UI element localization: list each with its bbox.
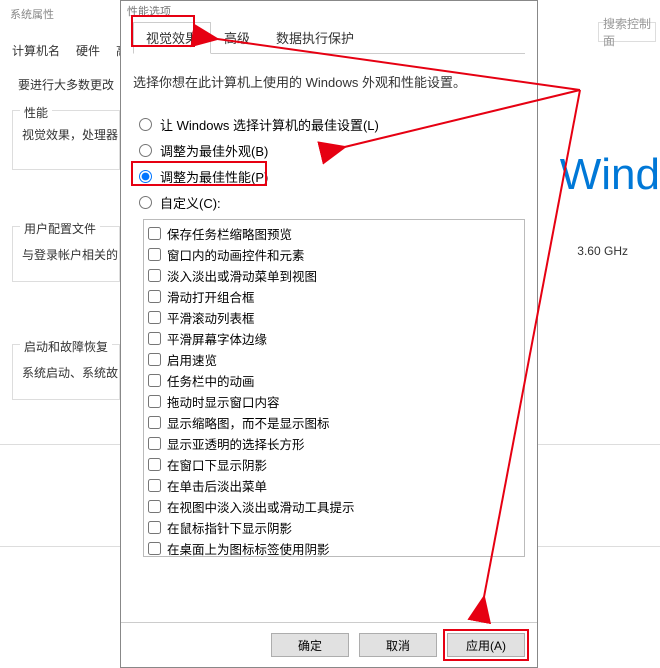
radio-best-appearance[interactable]: 调整为最佳外观(B) (139, 141, 525, 160)
checklist-item-label: 启用速览 (167, 350, 217, 369)
checklist-item[interactable]: 在鼠标指针下显示阴影 (148, 517, 520, 538)
checklist-item-label: 在桌面上为图标标签使用阴影 (167, 539, 330, 557)
checklist-item-label: 平滑屏幕字体边缘 (167, 329, 267, 348)
checklist-item[interactable]: 滑动打开组合框 (148, 286, 520, 307)
tab-dep[interactable]: 数据执行保护 (263, 22, 367, 54)
cancel-button[interactable]: 取消 (359, 633, 437, 657)
checklist-item[interactable]: 拖动时显示窗口内容 (148, 391, 520, 412)
bg-group-userprofiles-label: 用户配置文件 (20, 220, 100, 237)
checklist-item[interactable]: 任务栏中的动画 (148, 370, 520, 391)
checklist-item[interactable]: 在桌面上为图标标签使用阴影 (148, 538, 520, 557)
bg-startup-desc: 系统启动、系统故 (22, 364, 118, 381)
checkbox-input[interactable] (148, 374, 161, 387)
bg-search-input[interactable]: 搜索控制面 (598, 22, 656, 42)
checkbox-input[interactable] (148, 416, 161, 429)
checklist-item-label: 拖动时显示窗口内容 (167, 392, 280, 411)
apply-button[interactable]: 应用(A) (447, 633, 525, 657)
windows-brand-logo: Wind (560, 150, 660, 200)
checklist-item-label: 在窗口下显示阴影 (167, 455, 267, 474)
checkbox-input[interactable] (148, 311, 161, 324)
dialog-tabstrip: 视觉效果 高级 数据执行保护 (133, 21, 525, 54)
checklist-item-label: 窗口内的动画控件和元素 (167, 245, 305, 264)
bg-cpu-freq: 3.60 GHz (577, 244, 628, 258)
checklist-item[interactable]: 显示缩略图，而不是显示图标 (148, 412, 520, 433)
checklist-item[interactable]: 淡入淡出或滑动菜单到视图 (148, 265, 520, 286)
checklist-item[interactable]: 平滑滚动列表框 (148, 307, 520, 328)
checklist-item-label: 滑动打开组合框 (167, 287, 255, 306)
radio-label: 自定义(C): (160, 193, 221, 212)
radio-input[interactable] (139, 196, 152, 209)
bg-instruction-text: 要进行大多数更改 (18, 76, 114, 93)
bg-tabs: 计算机名 硬件 高 (6, 40, 134, 61)
radio-label: 调整为最佳性能(P) (160, 167, 268, 186)
checklist-item[interactable]: 在单击后淡出菜单 (148, 475, 520, 496)
checklist-item-label: 任务栏中的动画 (167, 371, 255, 390)
bg-group-startup-label: 启动和故障恢复 (20, 338, 112, 355)
checklist-item-label: 显示缩略图，而不是显示图标 (167, 413, 330, 432)
checklist-item-label: 在鼠标指针下显示阴影 (167, 518, 292, 537)
checklist-item-label: 显示亚透明的选择长方形 (167, 434, 305, 453)
bg-userprof-desc: 与登录帐户相关的 (22, 246, 118, 263)
checkbox-input[interactable] (148, 290, 161, 303)
checklist-item[interactable]: 在视图中淡入淡出或滑动工具提示 (148, 496, 520, 517)
checklist-item-label: 保存任务栏缩略图预览 (167, 224, 292, 243)
checkbox-input[interactable] (148, 395, 161, 408)
radio-input[interactable] (139, 144, 152, 157)
dialog-title: 性能选项 (121, 1, 537, 21)
checkbox-input[interactable] (148, 248, 161, 261)
checkbox-input[interactable] (148, 332, 161, 345)
checklist-item[interactable]: 显示亚透明的选择长方形 (148, 433, 520, 454)
checkbox-input[interactable] (148, 542, 161, 555)
checklist-item-label: 在视图中淡入淡出或滑动工具提示 (167, 497, 355, 516)
checklist-item[interactable]: 窗口内的动画控件和元素 (148, 244, 520, 265)
bg-group-performance-label: 性能 (20, 104, 52, 121)
checkbox-input[interactable] (148, 269, 161, 282)
radio-let-windows-choose[interactable]: 让 Windows 选择计算机的最佳设置(L) (139, 115, 525, 134)
checkbox-input[interactable] (148, 458, 161, 471)
radio-custom[interactable]: 自定义(C): (139, 193, 525, 212)
performance-options-dialog: 性能选项 视觉效果 高级 数据执行保护 选择你想在此计算机上使用的 Window… (120, 0, 538, 668)
checklist-item-label: 在单击后淡出菜单 (167, 476, 267, 495)
ok-button[interactable]: 确定 (271, 633, 349, 657)
radio-label: 让 Windows 选择计算机的最佳设置(L) (160, 115, 379, 134)
radio-input[interactable] (139, 170, 152, 183)
checklist-item[interactable]: 在窗口下显示阴影 (148, 454, 520, 475)
bg-tab-computer-name[interactable]: 计算机名 (6, 40, 66, 61)
radio-group: 让 Windows 选择计算机的最佳设置(L) 调整为最佳外观(B) 调整为最佳… (139, 115, 525, 212)
radio-label: 调整为最佳外观(B) (160, 141, 268, 160)
visual-effects-checklist[interactable]: 保存任务栏缩略图预览窗口内的动画控件和元素淡入淡出或滑动菜单到视图滑动打开组合框… (143, 219, 525, 557)
checkbox-input[interactable] (148, 500, 161, 513)
tab-advanced[interactable]: 高级 (211, 22, 263, 54)
checklist-item[interactable]: 平滑屏幕字体边缘 (148, 328, 520, 349)
radio-best-performance[interactable]: 调整为最佳性能(P) (139, 167, 525, 186)
checklist-item-label: 平滑滚动列表框 (167, 308, 255, 327)
checkbox-input[interactable] (148, 479, 161, 492)
checkbox-input[interactable] (148, 227, 161, 240)
dialog-footer: 确定 取消 应用(A) (121, 622, 537, 667)
checklist-item[interactable]: 启用速览 (148, 349, 520, 370)
dialog-instruction: 选择你想在此计算机上使用的 Windows 外观和性能设置。 (133, 72, 525, 91)
checkbox-input[interactable] (148, 521, 161, 534)
radio-input[interactable] (139, 118, 152, 131)
checklist-item[interactable]: 保存任务栏缩略图预览 (148, 223, 520, 244)
tab-visual-effects[interactable]: 视觉效果 (133, 22, 211, 54)
bg-perf-desc: 视觉效果，处理器 (22, 126, 118, 143)
bg-window-title: 系统属性 (10, 6, 54, 22)
checkbox-input[interactable] (148, 437, 161, 450)
checklist-item-label: 淡入淡出或滑动菜单到视图 (167, 266, 317, 285)
bg-tab-hardware[interactable]: 硬件 (70, 40, 106, 61)
checkbox-input[interactable] (148, 353, 161, 366)
